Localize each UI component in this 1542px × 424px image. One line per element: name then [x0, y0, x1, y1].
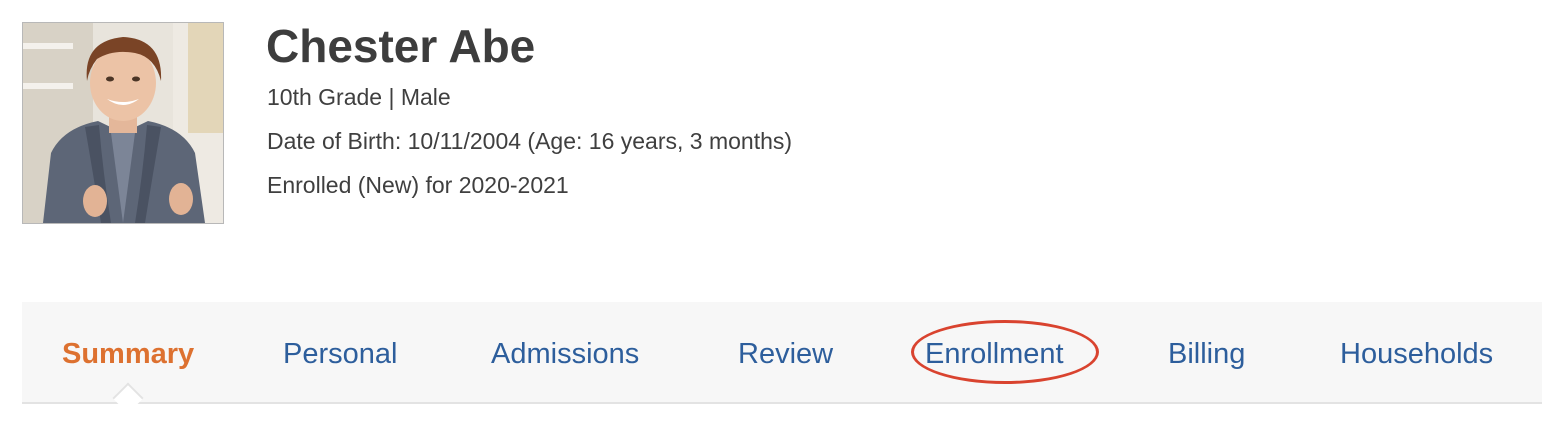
tab-summary[interactable]: Summary — [62, 332, 194, 376]
tab-enrollment[interactable]: Enrollment — [925, 332, 1064, 376]
enrollment-status-text: Enrolled (New) for 2020-2021 — [267, 172, 569, 198]
profile-tab-bar: Summary Personal Admissions Review Enrol… — [22, 302, 1542, 414]
student-photo — [22, 22, 224, 224]
active-tab-indicator — [112, 382, 144, 414]
tab-admissions[interactable]: Admissions — [491, 332, 639, 376]
tab-billing[interactable]: Billing — [1168, 332, 1245, 376]
tab-personal[interactable]: Personal — [283, 332, 397, 376]
tab-households[interactable]: Households — [1340, 332, 1493, 376]
tab-review[interactable]: Review — [738, 332, 833, 376]
student-name: Chester Abe — [266, 20, 536, 72]
date-of-birth-text: Date of Birth: 10/11/2004 (Age: 16 years… — [267, 128, 793, 154]
student-profile-header: Chester Abe 10th Grade | Male Date of Bi… — [0, 0, 1542, 424]
grade-gender-text: 10th Grade | Male — [267, 84, 451, 110]
